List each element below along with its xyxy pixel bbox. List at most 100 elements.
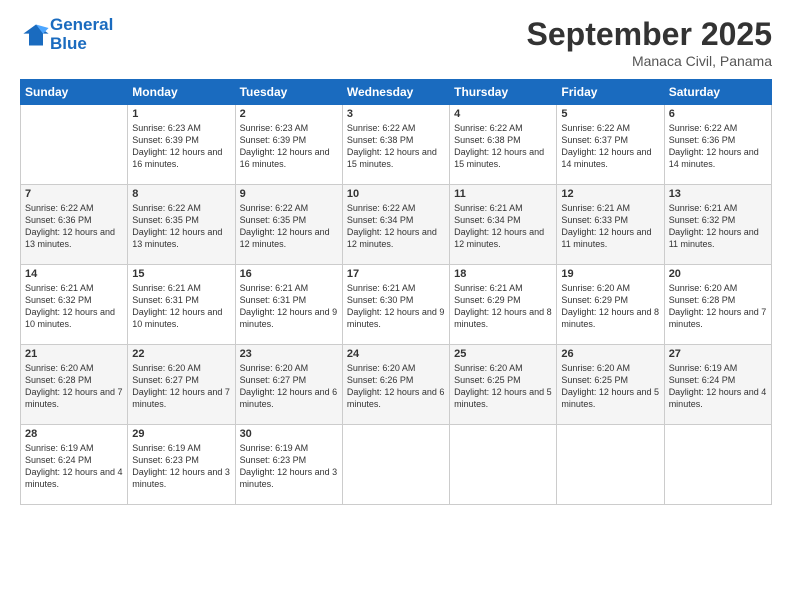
cell-date: 28 [25, 428, 123, 440]
week-row-2: 7 Sunrise: 6:22 AMSunset: 6:36 PMDayligh… [21, 185, 772, 265]
cell-date: 20 [669, 268, 767, 280]
calendar-cell-0-5: 5 Sunrise: 6:22 AMSunset: 6:37 PMDayligh… [557, 105, 664, 185]
cell-date: 3 [347, 108, 445, 120]
calendar-cell-4-0: 28 Sunrise: 6:19 AMSunset: 6:24 PMDaylig… [21, 425, 128, 505]
calendar-cell-3-3: 24 Sunrise: 6:20 AMSunset: 6:26 PMDaylig… [342, 345, 449, 425]
cell-date: 14 [25, 268, 123, 280]
calendar-cell-4-2: 30 Sunrise: 6:19 AMSunset: 6:23 PMDaylig… [235, 425, 342, 505]
cell-date: 29 [132, 428, 230, 440]
cell-date: 12 [561, 188, 659, 200]
cell-info: Sunrise: 6:22 AMSunset: 6:37 PMDaylight:… [561, 122, 659, 171]
cell-info: Sunrise: 6:19 AMSunset: 6:23 PMDaylight:… [240, 442, 338, 491]
cell-date: 9 [240, 188, 338, 200]
calendar-cell-2-4: 18 Sunrise: 6:21 AMSunset: 6:29 PMDaylig… [450, 265, 557, 345]
cell-info: Sunrise: 6:20 AMSunset: 6:28 PMDaylight:… [25, 362, 123, 411]
week-row-4: 21 Sunrise: 6:20 AMSunset: 6:28 PMDaylig… [21, 345, 772, 425]
day-header-tuesday: Tuesday [235, 80, 342, 105]
calendar-cell-2-2: 16 Sunrise: 6:21 AMSunset: 6:31 PMDaylig… [235, 265, 342, 345]
calendar-cell-1-0: 7 Sunrise: 6:22 AMSunset: 6:36 PMDayligh… [21, 185, 128, 265]
calendar-cell-0-3: 3 Sunrise: 6:22 AMSunset: 6:38 PMDayligh… [342, 105, 449, 185]
cell-info: Sunrise: 6:19 AMSunset: 6:24 PMDaylight:… [669, 362, 767, 411]
cell-info: Sunrise: 6:21 AMSunset: 6:32 PMDaylight:… [669, 202, 767, 251]
week-row-3: 14 Sunrise: 6:21 AMSunset: 6:32 PMDaylig… [21, 265, 772, 345]
calendar-cell-4-6 [664, 425, 771, 505]
cell-info: Sunrise: 6:22 AMSunset: 6:34 PMDaylight:… [347, 202, 445, 251]
cell-date: 22 [132, 348, 230, 360]
calendar-cell-1-1: 8 Sunrise: 6:22 AMSunset: 6:35 PMDayligh… [128, 185, 235, 265]
cell-date: 5 [561, 108, 659, 120]
cell-date: 27 [669, 348, 767, 360]
cell-info: Sunrise: 6:20 AMSunset: 6:25 PMDaylight:… [454, 362, 552, 411]
logo-line2: Blue [50, 35, 113, 54]
cell-date: 26 [561, 348, 659, 360]
day-header-monday: Monday [128, 80, 235, 105]
cell-info: Sunrise: 6:20 AMSunset: 6:27 PMDaylight:… [132, 362, 230, 411]
day-header-thursday: Thursday [450, 80, 557, 105]
cell-info: Sunrise: 6:20 AMSunset: 6:27 PMDaylight:… [240, 362, 338, 411]
cell-date: 23 [240, 348, 338, 360]
cell-date: 30 [240, 428, 338, 440]
cell-date: 19 [561, 268, 659, 280]
cell-date: 21 [25, 348, 123, 360]
cell-info: Sunrise: 6:22 AMSunset: 6:38 PMDaylight:… [454, 122, 552, 171]
cell-date: 10 [347, 188, 445, 200]
cell-info: Sunrise: 6:20 AMSunset: 6:26 PMDaylight:… [347, 362, 445, 411]
calendar-cell-3-4: 25 Sunrise: 6:20 AMSunset: 6:25 PMDaylig… [450, 345, 557, 425]
calendar-cell-2-0: 14 Sunrise: 6:21 AMSunset: 6:32 PMDaylig… [21, 265, 128, 345]
cell-info: Sunrise: 6:21 AMSunset: 6:34 PMDaylight:… [454, 202, 552, 251]
calendar-cell-4-1: 29 Sunrise: 6:19 AMSunset: 6:23 PMDaylig… [128, 425, 235, 505]
cell-info: Sunrise: 6:21 AMSunset: 6:33 PMDaylight:… [561, 202, 659, 251]
cell-info: Sunrise: 6:22 AMSunset: 6:36 PMDaylight:… [25, 202, 123, 251]
week-row-1: 1 Sunrise: 6:23 AMSunset: 6:39 PMDayligh… [21, 105, 772, 185]
cell-date: 4 [454, 108, 552, 120]
cell-date: 13 [669, 188, 767, 200]
cell-info: Sunrise: 6:21 AMSunset: 6:32 PMDaylight:… [25, 282, 123, 331]
location: Manaca Civil, Panama [527, 53, 772, 69]
calendar-cell-3-1: 22 Sunrise: 6:20 AMSunset: 6:27 PMDaylig… [128, 345, 235, 425]
logo-line1: General [50, 16, 113, 35]
cell-info: Sunrise: 6:21 AMSunset: 6:29 PMDaylight:… [454, 282, 552, 331]
cell-date: 2 [240, 108, 338, 120]
calendar-cell-2-3: 17 Sunrise: 6:21 AMSunset: 6:30 PMDaylig… [342, 265, 449, 345]
cell-info: Sunrise: 6:19 AMSunset: 6:23 PMDaylight:… [132, 442, 230, 491]
calendar-header-row: Sunday Monday Tuesday Wednesday Thursday… [21, 80, 772, 105]
calendar-cell-0-2: 2 Sunrise: 6:23 AMSunset: 6:39 PMDayligh… [235, 105, 342, 185]
cell-info: Sunrise: 6:21 AMSunset: 6:31 PMDaylight:… [240, 282, 338, 331]
logo: General Blue [20, 16, 113, 53]
cell-date: 15 [132, 268, 230, 280]
cell-info: Sunrise: 6:20 AMSunset: 6:25 PMDaylight:… [561, 362, 659, 411]
cell-info: Sunrise: 6:21 AMSunset: 6:30 PMDaylight:… [347, 282, 445, 331]
calendar-cell-3-6: 27 Sunrise: 6:19 AMSunset: 6:24 PMDaylig… [664, 345, 771, 425]
cell-date: 1 [132, 108, 230, 120]
logo-icon [22, 21, 50, 49]
cell-info: Sunrise: 6:22 AMSunset: 6:36 PMDaylight:… [669, 122, 767, 171]
cell-date: 8 [132, 188, 230, 200]
day-header-sunday: Sunday [21, 80, 128, 105]
calendar-cell-2-1: 15 Sunrise: 6:21 AMSunset: 6:31 PMDaylig… [128, 265, 235, 345]
calendar-cell-1-4: 11 Sunrise: 6:21 AMSunset: 6:34 PMDaylig… [450, 185, 557, 265]
calendar-cell-0-4: 4 Sunrise: 6:22 AMSunset: 6:38 PMDayligh… [450, 105, 557, 185]
calendar-cell-3-5: 26 Sunrise: 6:20 AMSunset: 6:25 PMDaylig… [557, 345, 664, 425]
day-header-wednesday: Wednesday [342, 80, 449, 105]
cell-info: Sunrise: 6:20 AMSunset: 6:28 PMDaylight:… [669, 282, 767, 331]
cell-date: 16 [240, 268, 338, 280]
cell-date: 7 [25, 188, 123, 200]
cell-info: Sunrise: 6:23 AMSunset: 6:39 PMDaylight:… [240, 122, 338, 171]
calendar-cell-3-2: 23 Sunrise: 6:20 AMSunset: 6:27 PMDaylig… [235, 345, 342, 425]
calendar-cell-0-0 [21, 105, 128, 185]
calendar-cell-2-6: 20 Sunrise: 6:20 AMSunset: 6:28 PMDaylig… [664, 265, 771, 345]
day-header-saturday: Saturday [664, 80, 771, 105]
cell-date: 24 [347, 348, 445, 360]
calendar-cell-1-2: 9 Sunrise: 6:22 AMSunset: 6:35 PMDayligh… [235, 185, 342, 265]
calendar-cell-2-5: 19 Sunrise: 6:20 AMSunset: 6:29 PMDaylig… [557, 265, 664, 345]
calendar-cell-4-4 [450, 425, 557, 505]
cell-info: Sunrise: 6:23 AMSunset: 6:39 PMDaylight:… [132, 122, 230, 171]
cell-info: Sunrise: 6:22 AMSunset: 6:38 PMDaylight:… [347, 122, 445, 171]
calendar-cell-1-6: 13 Sunrise: 6:21 AMSunset: 6:32 PMDaylig… [664, 185, 771, 265]
calendar-cell-0-6: 6 Sunrise: 6:22 AMSunset: 6:36 PMDayligh… [664, 105, 771, 185]
title-block: September 2025 Manaca Civil, Panama [527, 16, 772, 69]
cell-info: Sunrise: 6:22 AMSunset: 6:35 PMDaylight:… [240, 202, 338, 251]
calendar-cell-4-5 [557, 425, 664, 505]
calendar-cell-3-0: 21 Sunrise: 6:20 AMSunset: 6:28 PMDaylig… [21, 345, 128, 425]
page: General Blue September 2025 Manaca Civil… [0, 0, 792, 612]
